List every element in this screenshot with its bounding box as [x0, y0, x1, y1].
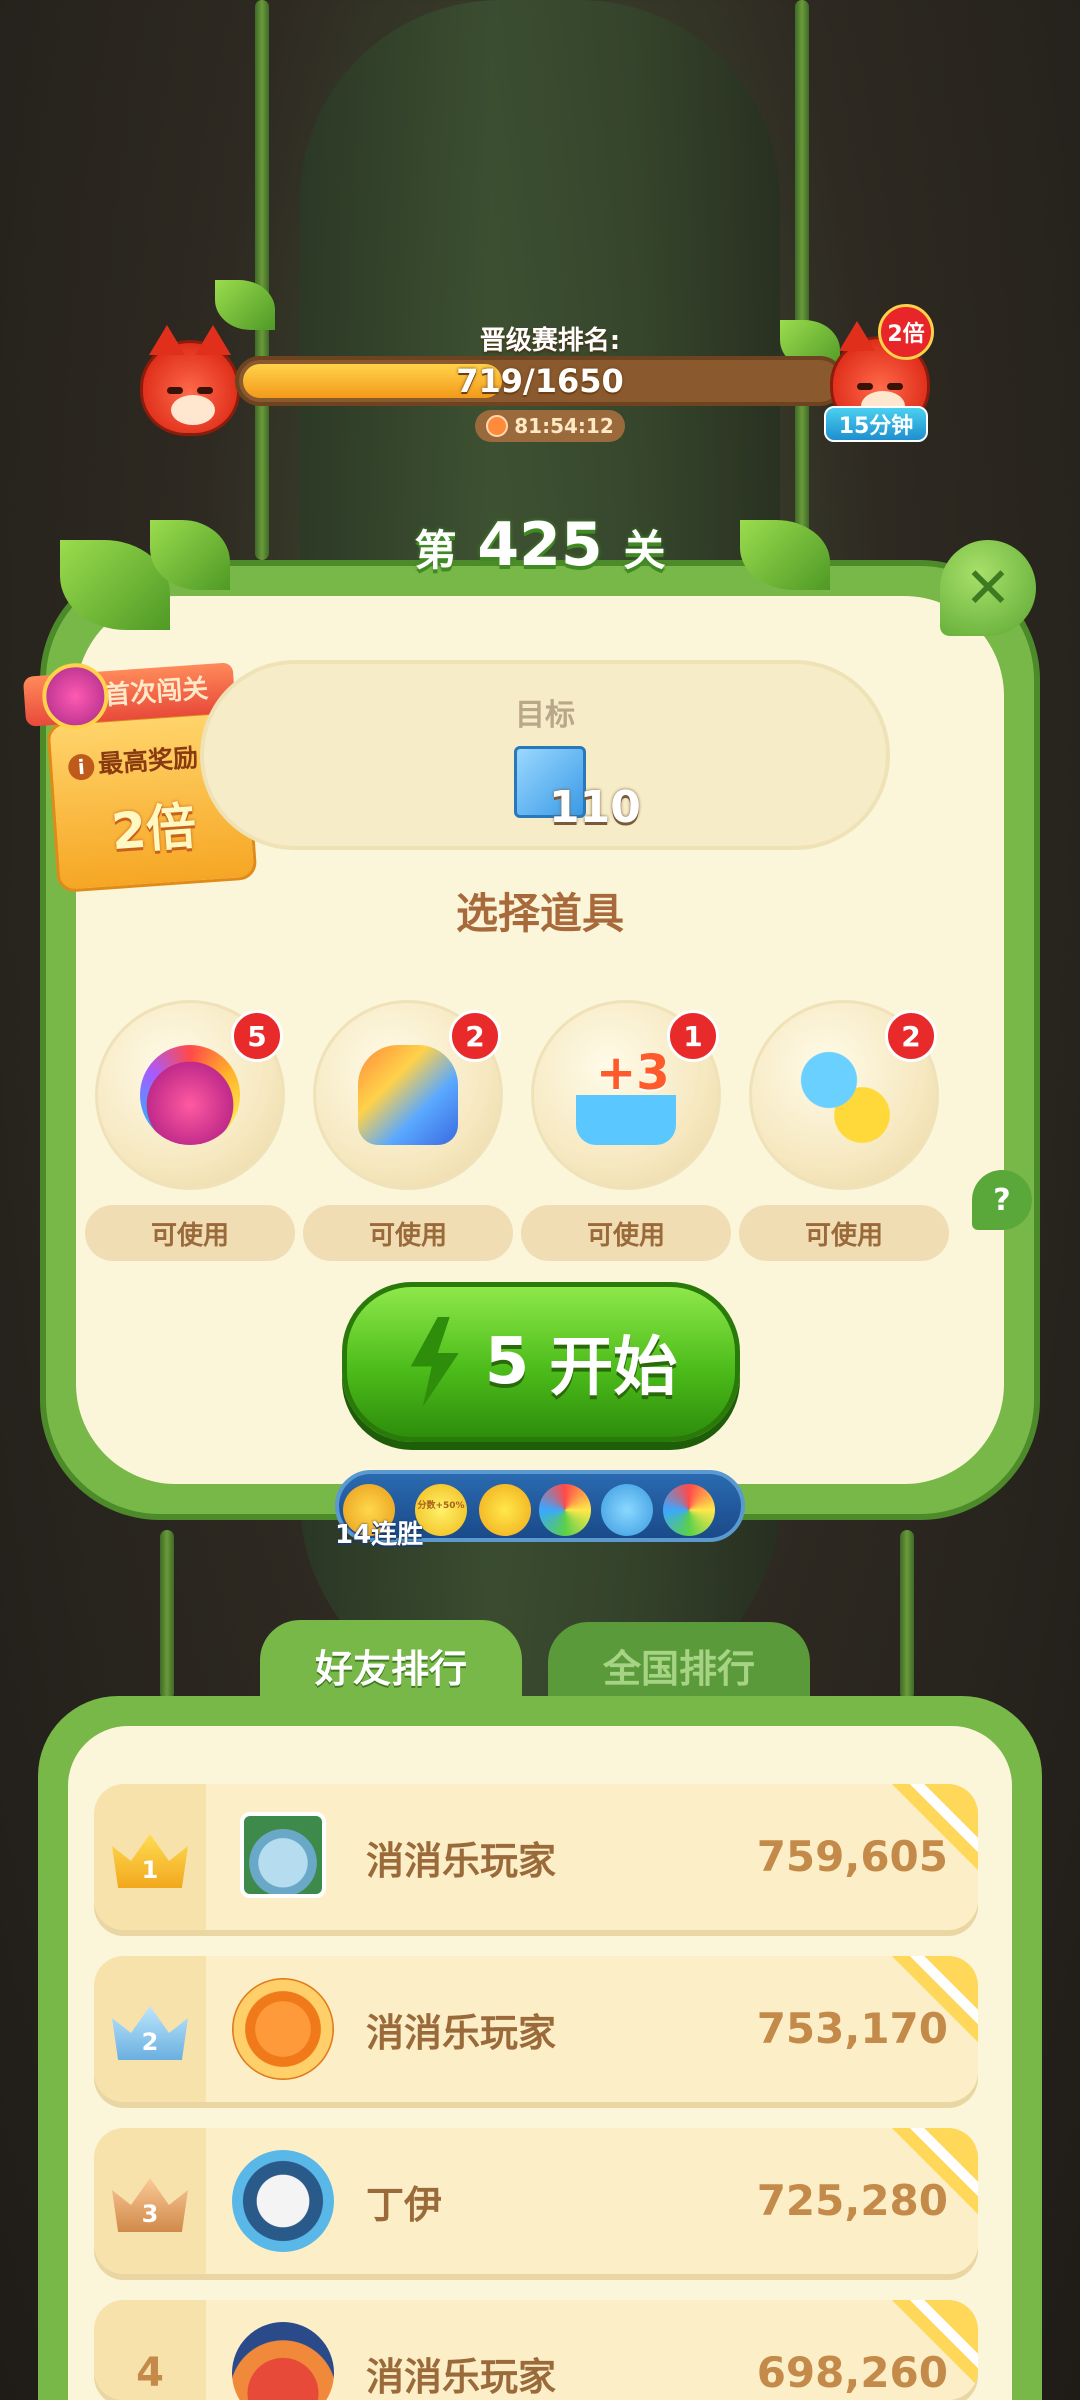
- corner-ribbon-icon: [888, 1956, 978, 2046]
- prop-count-badge: 2: [449, 1010, 501, 1062]
- energy-bolt-icon: [410, 1317, 459, 1407]
- avatar[interactable]: [232, 2322, 334, 2400]
- rank-column: 3: [94, 2128, 206, 2274]
- promotion-timer-text: 81:54:12: [514, 414, 614, 438]
- player-name: 消消乐玩家: [366, 1839, 557, 1883]
- promotion-bar[interactable]: 晋级赛排名: 9 719/1650 81:54:12 2倍 15分钟: [140, 304, 940, 450]
- prop-status-label: 可使用: [303, 1205, 513, 1261]
- streak-owl-icon: [663, 1484, 715, 1536]
- level-number: 425: [477, 510, 603, 580]
- leaderboard-row[interactable]: 4 消消乐玩家 698,260: [94, 2300, 978, 2400]
- info-icon[interactable]: i: [67, 753, 96, 781]
- prop-status-label: 可使用: [85, 1205, 295, 1261]
- level-title: 第 425 关: [380, 510, 700, 580]
- start-cost: 5: [484, 1325, 530, 1399]
- first-clear-reward-label: 最高奖励: [97, 742, 199, 779]
- prop-item[interactable]: 2 可使用: [303, 1000, 513, 1270]
- avatar[interactable]: [232, 2150, 334, 2252]
- help-button[interactable]: ?: [972, 1170, 1032, 1230]
- prop-count-badge: 1: [667, 1010, 719, 1062]
- win-streak-bar[interactable]: 分数+50% 14连胜: [335, 1470, 745, 1550]
- vine-left: [255, 0, 269, 560]
- level-prefix: 第: [414, 526, 457, 575]
- rank-number: 2: [141, 2028, 159, 2056]
- rank-column: 4: [94, 2300, 206, 2400]
- prop-item[interactable]: 2 可使用: [739, 1000, 949, 1270]
- tab-friends-ranking[interactable]: 好友排行: [260, 1620, 522, 1710]
- clock-icon: [486, 415, 509, 437]
- prop-count-badge: 2: [885, 1010, 937, 1062]
- prop-count-badge: 5: [231, 1010, 283, 1062]
- gold-crown-icon: 1: [112, 1834, 188, 1888]
- corner-ribbon-icon: [888, 1784, 978, 1874]
- rocket-icon: [358, 1045, 458, 1145]
- plus-three-swap-icon: +3: [576, 1045, 676, 1145]
- props-row: 5 可使用 2 可使用 +3 1 可使用 2 可使用: [85, 1000, 955, 1270]
- prop-status-label: 可使用: [739, 1205, 949, 1261]
- close-button[interactable]: ✕: [940, 540, 1036, 636]
- first-clear-line1: i 最高奖励: [67, 738, 199, 783]
- close-icon: ✕: [964, 555, 1012, 621]
- player-name: 丁伊: [366, 2183, 443, 2227]
- rank-number: 4: [136, 2350, 164, 2396]
- avatar[interactable]: [232, 1978, 334, 2080]
- promotion-progress-text: 719/1650: [456, 362, 624, 400]
- silver-crown-icon: 2: [112, 2006, 188, 2060]
- pets-icon: [794, 1045, 894, 1145]
- rank-number: 1: [141, 1856, 159, 1884]
- streak-bonus-text: 分数+50%: [417, 1501, 465, 1511]
- rank-number: 3: [141, 2200, 159, 2228]
- start-button[interactable]: 5 开始: [342, 1282, 740, 1442]
- avatar[interactable]: [240, 1812, 326, 1898]
- vine-right: [795, 0, 809, 560]
- streak-label: 14连胜: [335, 1520, 424, 1550]
- vine-bottom-right: [900, 1530, 914, 1700]
- prop-item[interactable]: +3 1 可使用: [521, 1000, 731, 1270]
- goal-count: 110: [549, 782, 641, 833]
- prop-item[interactable]: 5 可使用: [85, 1000, 295, 1270]
- corner-ribbon-icon: [888, 2300, 978, 2390]
- multiplier-badge: 2倍: [878, 304, 934, 360]
- goal-box: 目标 110: [200, 660, 890, 850]
- streak-owl-icon: [539, 1484, 591, 1536]
- leaderboard-row[interactable]: 1 消消乐玩家 759,605: [94, 1784, 978, 1930]
- leaderboard-row[interactable]: 2 消消乐玩家 753,170: [94, 1956, 978, 2102]
- duration-badge: 15分钟: [824, 406, 928, 442]
- fox-avatar-icon: [140, 325, 240, 436]
- streak-hippo-icon: [601, 1484, 653, 1536]
- corner-ribbon-icon: [888, 2128, 978, 2218]
- rank-column: 1: [94, 1784, 206, 1930]
- goal-label: 目标: [515, 698, 575, 733]
- prop-status-label: 可使用: [521, 1205, 731, 1261]
- player-name: 消消乐玩家: [366, 2355, 557, 2399]
- rank-column: 2: [94, 1956, 206, 2102]
- bronze-crown-icon: 3: [112, 2178, 188, 2232]
- leaderboard-row[interactable]: 3 丁伊 725,280: [94, 2128, 978, 2274]
- select-props-title: 选择道具: [455, 889, 624, 938]
- rainbow-owl-icon: [140, 1045, 240, 1145]
- start-label: 开始: [549, 1331, 678, 1405]
- vine-bottom-left: [160, 1530, 174, 1700]
- level-suffix: 关: [623, 526, 666, 575]
- player-name: 消消乐玩家: [366, 2011, 557, 2055]
- promotion-timer: 81:54:12: [475, 410, 625, 442]
- streak-chick-icon: [479, 1484, 531, 1536]
- question-icon: ?: [993, 1182, 1011, 1218]
- promotion-progress-bar: 719/1650: [235, 356, 845, 406]
